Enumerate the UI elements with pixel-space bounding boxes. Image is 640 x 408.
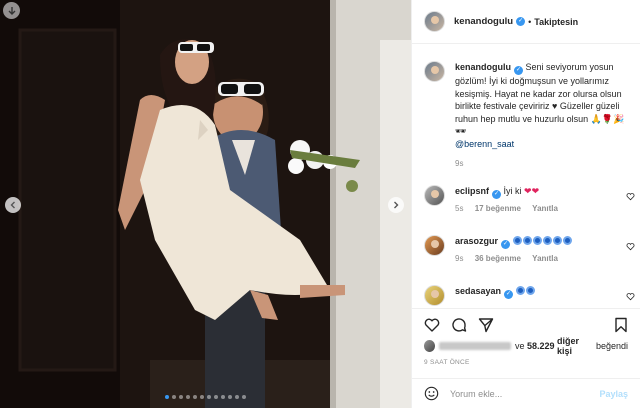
comment-likes[interactable]: 36 beğenme <box>475 254 521 263</box>
avatar <box>424 340 436 352</box>
verified-icon: ✓ <box>501 240 511 249</box>
likes-suffix[interactable]: diğer kişi <box>557 336 593 356</box>
comment-username[interactable]: eclipsnf <box>455 186 489 196</box>
nazar-emoji <box>532 236 542 245</box>
download-icon[interactable] <box>3 2 20 19</box>
reply-button[interactable]: Yanıtla <box>532 204 558 213</box>
carousel-dot <box>214 395 218 399</box>
comment-meta: 9s 36 beğenme Yanıtla <box>455 254 629 263</box>
comment-likes[interactable]: 17 beğenme <box>475 204 521 213</box>
comment-username[interactable]: sedasayan <box>455 286 501 296</box>
nazar-emoji <box>552 236 562 245</box>
caption-text: Seni seviyorum yosun gözlüm! İyi ki doğm… <box>455 62 625 136</box>
post-side-panel: kenandogulu ✓ • Takiptesin kenandogulu ✓ … <box>411 0 640 408</box>
comment-emoji: ❤❤ <box>524 186 540 196</box>
heart-icon[interactable] <box>626 192 635 201</box>
avatar[interactable] <box>424 235 445 256</box>
carousel-dot <box>165 395 169 399</box>
carousel-dot <box>172 395 176 399</box>
nazar-emoji <box>562 236 572 245</box>
verified-icon: ✓ <box>516 17 526 26</box>
comment-emoji <box>515 286 536 296</box>
caption-mention[interactable]: @berenn_saat <box>455 139 514 149</box>
follow-status[interactable]: Takiptesin <box>534 17 578 27</box>
carousel-dot <box>179 395 183 399</box>
caption: kenandogulu ✓ Seni seviyorum yosun gözlüm… <box>424 61 629 168</box>
comments-list: kenandogulu ✓ Seni seviyorum yosun gözlüm… <box>412 45 640 307</box>
list-item: arasozgur ✓ 9s 36 beğenme Yanıtla <box>424 235 635 263</box>
carousel-dot <box>221 395 225 399</box>
blurred-liker <box>439 342 511 350</box>
share-icon[interactable] <box>478 317 494 333</box>
comment-body: eclipsnf ✓ İyi ki ❤❤ <box>455 185 629 199</box>
add-comment-bar: Yorum ekle... Paylaş <box>412 378 640 408</box>
post-header: kenandogulu ✓ • Takiptesin <box>412 0 640 44</box>
avatar[interactable] <box>424 185 445 206</box>
comment-input[interactable]: Yorum ekle... <box>450 389 599 399</box>
comment-text: İyi ki <box>503 186 522 196</box>
chevron-right-icon[interactable] <box>388 197 404 213</box>
verified-icon: ✓ <box>504 290 514 299</box>
comment-username[interactable]: arasozgur <box>455 236 498 246</box>
smiley-icon[interactable] <box>424 386 439 401</box>
comment-time[interactable]: 5s <box>455 204 463 213</box>
carousel-dot <box>193 395 197 399</box>
header-separator: • <box>528 16 532 27</box>
nazar-emoji <box>512 236 522 245</box>
carousel-dot <box>200 395 204 399</box>
comment-time[interactable]: 9s <box>455 254 463 263</box>
likes-summary: ve 58.229 diğer kişi beğendi <box>424 336 629 356</box>
nazar-emoji <box>542 236 552 245</box>
caption-body: kenandogulu ✓ Seni seviyorum yosun gözlüm… <box>455 61 629 150</box>
comment-emoji <box>512 236 573 246</box>
nazar-emoji <box>522 236 532 245</box>
nazar-emoji <box>525 286 535 295</box>
caption-meta: 9s <box>455 159 629 168</box>
avatar[interactable] <box>424 61 445 82</box>
likes-count[interactable]: 58.229 <box>527 341 555 351</box>
verified-icon: ✓ <box>492 190 502 199</box>
bookmark-icon[interactable] <box>613 317 629 333</box>
comment-icon[interactable] <box>451 317 467 333</box>
nazar-emoji <box>515 286 525 295</box>
photo-scene <box>0 0 411 408</box>
post-comment-button[interactable]: Paylaş <box>599 389 628 399</box>
heart-icon[interactable] <box>424 317 440 333</box>
carousel-dot <box>207 395 211 399</box>
avatar[interactable] <box>424 285 445 306</box>
caption-time[interactable]: 9s <box>455 159 463 168</box>
heart-icon[interactable] <box>626 242 635 251</box>
caption-username[interactable]: kenandogulu <box>455 62 511 72</box>
carousel-dot <box>235 395 239 399</box>
list-item: sedasayan ✓ <box>424 285 635 306</box>
carousel-dots <box>0 395 411 399</box>
verified-icon: ✓ <box>514 66 523 75</box>
post-photo <box>0 0 411 408</box>
comment-meta: 5s 17 beğenme Yanıtla <box>455 204 629 213</box>
header-username[interactable]: kenandogulu <box>454 16 513 27</box>
reply-button[interactable]: Yanıtla <box>532 254 558 263</box>
heart-icon[interactable] <box>626 292 635 301</box>
post-actions: ve 58.229 diğer kişi beğendi 9 SAAT ÖNCE <box>412 308 640 366</box>
avatar[interactable] <box>424 11 445 32</box>
carousel-dot <box>228 395 232 399</box>
action-bar <box>424 313 628 337</box>
likes-prefix: ve <box>514 341 525 351</box>
carousel-dot <box>242 395 246 399</box>
carousel-dot <box>186 395 190 399</box>
post-time[interactable]: 9 SAAT ÖNCE <box>424 359 628 366</box>
comment-body: sedasayan ✓ <box>455 285 629 299</box>
chevron-left-icon[interactable] <box>5 197 21 213</box>
list-item: eclipsnf ✓ İyi ki ❤❤ 5s 17 beğenme Yanıtl… <box>424 185 635 213</box>
likes-verb: beğendi <box>595 341 629 351</box>
comment-body: arasozgur ✓ <box>455 235 629 249</box>
